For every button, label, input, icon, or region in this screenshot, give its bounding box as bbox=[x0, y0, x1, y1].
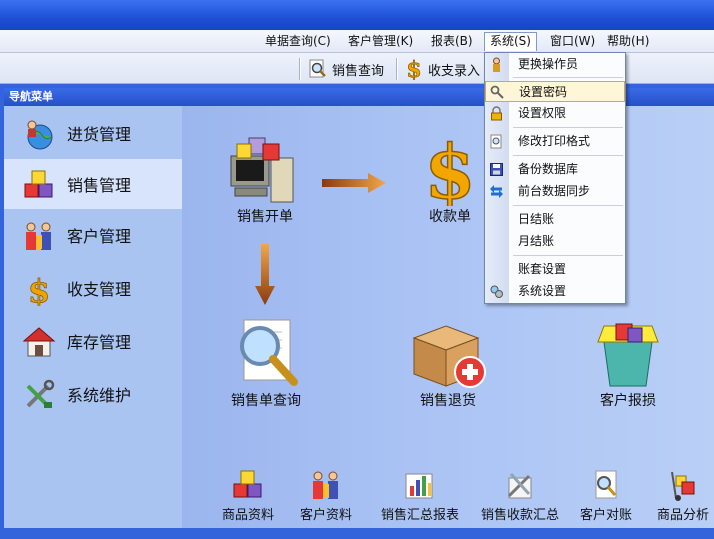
gears-icon bbox=[490, 285, 503, 298]
menu-separator bbox=[513, 205, 623, 206]
menu-item-backup-database[interactable]: 备份数据库 bbox=[485, 159, 625, 180]
svg-text:$: $ bbox=[424, 132, 476, 206]
sales-summary-report-button[interactable]: 销售汇总报表 bbox=[376, 468, 464, 523]
sales-order-button[interactable]: 销售开单 bbox=[222, 132, 308, 226]
sales-order-query-button[interactable]: 销售单查询 bbox=[218, 316, 314, 410]
sidebar-item-label: 库存管理 bbox=[67, 333, 132, 352]
print-preview-icon bbox=[490, 134, 502, 149]
menu-item-system-settings[interactable]: 系统设置 bbox=[485, 281, 625, 302]
sync-arrows-icon bbox=[490, 185, 503, 198]
product-info-label: 商品资料 bbox=[221, 508, 274, 523]
menu-system[interactable]: 系统(S) bbox=[484, 32, 537, 51]
bar-chart-icon bbox=[405, 473, 433, 499]
product-analysis-button[interactable]: 商品分析 bbox=[652, 468, 714, 523]
sidebar-item-purchase[interactable]: 进货管理 bbox=[4, 108, 182, 158]
income-expense-label: 收支录入 bbox=[428, 63, 481, 79]
sales-return-label: 销售退货 bbox=[420, 393, 476, 409]
cubes-icon bbox=[24, 170, 53, 198]
house-icon bbox=[22, 327, 56, 357]
system-dropdown-menu: 更换操作员 设置密码 设置权限 修改打印格式 备份数据库 前台数据同步 日结账 … bbox=[484, 52, 626, 304]
magnifier-document-icon bbox=[595, 470, 617, 499]
sales-summary-report-label: 销售汇总报表 bbox=[380, 508, 459, 523]
income-expense-button[interactable]: $ 收支录入 bbox=[404, 57, 480, 81]
receipt-label: 收款单 bbox=[429, 209, 471, 225]
window-titlebar bbox=[0, 0, 714, 30]
toolbar-separator bbox=[299, 58, 301, 80]
sales-return-button[interactable]: 销售退货 bbox=[406, 316, 490, 410]
hand-truck-icon bbox=[671, 471, 695, 501]
sidebar-item-customers[interactable]: 客户管理 bbox=[4, 210, 182, 260]
dollar-icon: $ bbox=[424, 132, 477, 206]
customer-loss-report-label: 客户报损 bbox=[600, 393, 656, 409]
sales-order-query-label: 销售单查询 bbox=[231, 393, 301, 409]
toolbar-separator bbox=[396, 58, 398, 80]
receipt-button[interactable]: $ 收款单 bbox=[410, 132, 490, 226]
box-plus-icon bbox=[412, 325, 486, 388]
people-icon bbox=[26, 222, 51, 250]
menu-item-modify-print-format[interactable]: 修改打印格式 bbox=[485, 131, 625, 152]
menu-window[interactable]: 窗口(W) bbox=[545, 32, 600, 51]
sidebar-item-label: 客户管理 bbox=[67, 227, 132, 246]
customer-reconciliation-button[interactable]: 客户对账 bbox=[576, 468, 636, 523]
cubes-icon bbox=[233, 470, 262, 498]
menu-item-monthly-closing[interactable]: 月结账 bbox=[485, 231, 625, 252]
sidebar-item-label: 进货管理 bbox=[67, 125, 132, 144]
lock-icon bbox=[491, 106, 502, 121]
sidebar-item-income-expense[interactable]: $ 收支管理 bbox=[4, 263, 182, 313]
people-icon bbox=[313, 471, 338, 499]
menu-separator bbox=[513, 127, 623, 128]
menu-separator bbox=[513, 155, 623, 156]
product-analysis-label: 商品分析 bbox=[656, 508, 709, 523]
key-icon bbox=[490, 85, 504, 99]
menu-item-set-permissions[interactable]: 设置权限 bbox=[485, 103, 625, 124]
menu-item-switch-operator[interactable]: 更换操作员 bbox=[485, 54, 625, 75]
sales-query-label: 销售查询 bbox=[332, 63, 385, 79]
menu-reports[interactable]: 报表(B) bbox=[426, 32, 478, 51]
person-icon bbox=[493, 57, 500, 72]
sidebar-item-sales[interactable]: 销售管理 bbox=[4, 159, 182, 209]
menu-item-frontend-sync[interactable]: 前台数据同步 bbox=[485, 181, 625, 202]
dollar-icon: $ bbox=[27, 272, 50, 306]
arrow-down-icon bbox=[255, 244, 275, 305]
sidebar-item-label: 销售管理 bbox=[67, 176, 132, 195]
sales-query-button[interactable]: 销售查询 bbox=[308, 57, 384, 81]
tools-icon bbox=[507, 472, 532, 499]
menu-customer-management[interactable]: 客户管理(K) bbox=[343, 32, 418, 51]
sales-order-label: 销售开单 bbox=[237, 209, 293, 225]
menu-item-daily-closing[interactable]: 日结账 bbox=[485, 209, 625, 230]
floppy-disk-icon bbox=[490, 163, 503, 176]
menu-document-query[interactable]: 单据查询(C) bbox=[260, 32, 336, 51]
computer-cubes-icon bbox=[230, 137, 294, 203]
sidebar-item-inventory[interactable]: 库存管理 bbox=[4, 316, 182, 366]
menu-separator bbox=[513, 255, 623, 256]
customer-info-label: 客户资料 bbox=[299, 508, 352, 523]
svg-text:$: $ bbox=[406, 58, 421, 80]
tools-icon bbox=[26, 379, 55, 408]
main-panel: 销售开单 $ 收款单 销售单查询 销售退货 客户报损 商品资料 客户资料 销售汇… bbox=[182, 106, 714, 528]
sidebar: 进货管理 销售管理 客户管理 $ 收支管理 库存管理 系统维护 bbox=[4, 106, 182, 528]
product-info-button[interactable]: 商品资料 bbox=[218, 468, 278, 523]
magnifier-document-icon bbox=[240, 319, 298, 386]
customer-reconciliation-label: 客户对账 bbox=[579, 508, 632, 523]
customer-loss-report-button[interactable]: 客户报损 bbox=[586, 316, 670, 410]
menu-item-set-password[interactable]: 设置密码 bbox=[485, 81, 625, 102]
sales-collection-summary-label: 销售收款汇总 bbox=[480, 508, 559, 523]
menu-separator bbox=[513, 77, 623, 78]
trash-bin-icon bbox=[597, 323, 659, 387]
magnifier-icon bbox=[309, 59, 326, 78]
sidebar-item-maintenance[interactable]: 系统维护 bbox=[4, 369, 182, 419]
globe-person-icon bbox=[27, 120, 53, 150]
customer-info-button[interactable]: 客户资料 bbox=[296, 468, 356, 523]
menu-item-account-set-settings[interactable]: 账套设置 bbox=[485, 259, 625, 280]
sales-collection-summary-button[interactable]: 销售收款汇总 bbox=[476, 468, 564, 523]
arrow-right-icon bbox=[322, 173, 386, 193]
menu-help[interactable]: 帮助(H) bbox=[602, 32, 654, 51]
sidebar-item-label: 系统维护 bbox=[67, 386, 132, 405]
dollar-icon: $ bbox=[406, 58, 422, 80]
sidebar-item-label: 收支管理 bbox=[67, 280, 132, 299]
menu-bar: 单据查询(C) 客户管理(K) 报表(B) 系统(S) 窗口(W) 帮助(H) bbox=[0, 30, 714, 53]
svg-text:$: $ bbox=[28, 272, 50, 306]
